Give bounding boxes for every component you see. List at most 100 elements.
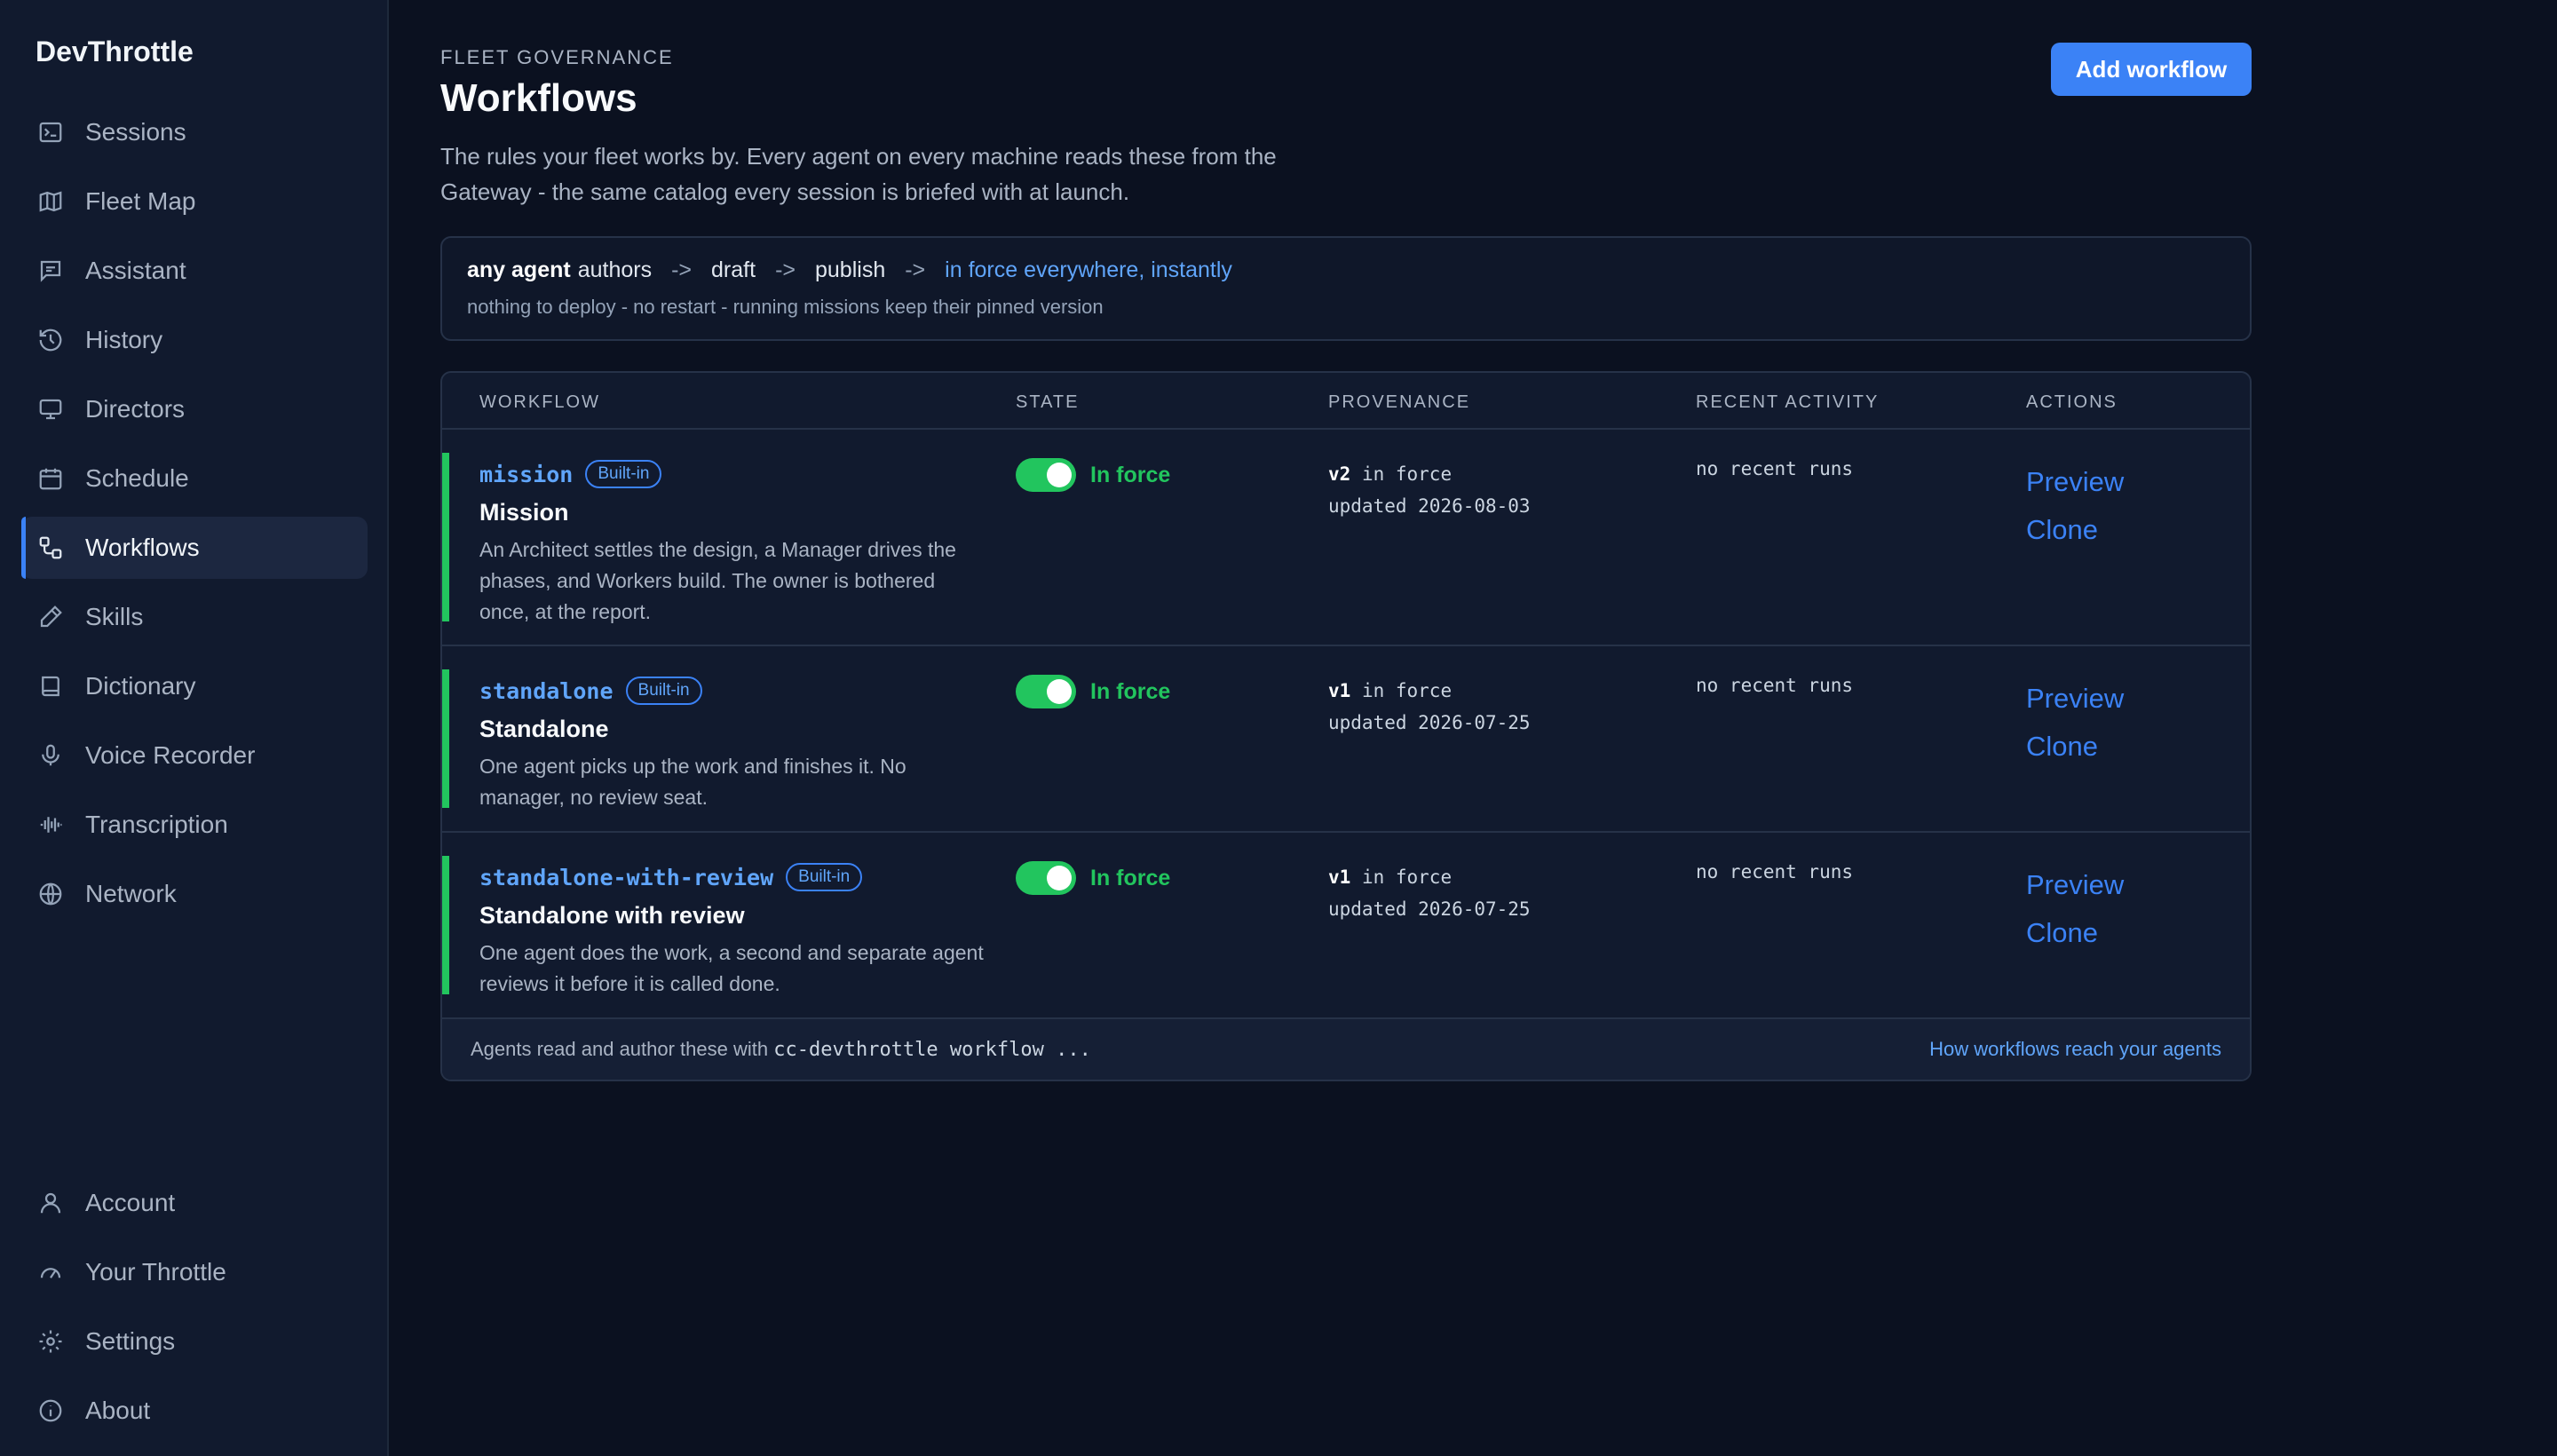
version-label: v1 xyxy=(1328,866,1351,888)
workflow-name-line: mission Built-in xyxy=(479,460,662,488)
add-workflow-button[interactable]: Add workflow xyxy=(2051,43,2252,96)
column-header-recent-activity: RECENT ACTIVITY xyxy=(1696,392,1880,412)
provenance-cell: v1 in force updated 2026-07-25 xyxy=(1328,861,1531,925)
sidebar-nav: Sessions Fleet Map Assistant History Dir… xyxy=(21,101,368,932)
workflow-slug[interactable]: standalone xyxy=(479,678,614,704)
updated-date: updated 2026-07-25 xyxy=(1328,712,1531,733)
workflow-name-line: standalone Built-in xyxy=(479,677,702,705)
workflows-table: WORKFLOW STATE PROVENANCE RECENT ACTIVIT… xyxy=(440,371,2252,1081)
actions-cell: Preview Clone xyxy=(2026,458,2124,554)
workflow-description: One agent does the work, a second and se… xyxy=(479,941,984,995)
sidebar-item-label: About xyxy=(85,1397,151,1424)
version-status: in force xyxy=(1350,463,1453,485)
version-status: in force xyxy=(1350,866,1453,888)
page-title: Workflows xyxy=(440,76,637,120)
sidebar-item-label: Transcription xyxy=(85,811,228,838)
footer-hint: Agents read and author these with cc-dev… xyxy=(471,1038,1091,1061)
sidebar-item-about[interactable]: About xyxy=(21,1380,368,1442)
sidebar-item-fleet-map[interactable]: Fleet Map xyxy=(21,170,368,233)
footer-text: Agents read and author these with xyxy=(471,1038,774,1060)
workflow-slug[interactable]: mission xyxy=(479,462,573,487)
sidebar-item-your-throttle[interactable]: Your Throttle xyxy=(21,1241,368,1303)
sidebar-item-label: History xyxy=(85,326,163,353)
version-label: v2 xyxy=(1328,463,1351,485)
sidebar-item-voice-recorder[interactable]: Voice Recorder xyxy=(21,724,368,787)
preview-link[interactable]: Preview xyxy=(2026,675,2124,723)
gear-icon xyxy=(39,1330,62,1353)
state-label: In force xyxy=(1090,678,1171,704)
sidebar-item-label: Directors xyxy=(85,395,186,423)
info-icon xyxy=(39,1399,62,1422)
state-cell: In force xyxy=(1016,861,1170,895)
built-in-badge: Built-in xyxy=(786,863,863,891)
built-in-badge: Built-in xyxy=(585,460,662,488)
provenance-cell: v2 in force updated 2026-08-03 xyxy=(1328,458,1531,522)
workflow-title: Standalone xyxy=(479,716,609,742)
sidebar-item-directors[interactable]: Directors xyxy=(21,378,368,440)
brand-logo: DevThrottle xyxy=(36,36,194,67)
sidebar-item-sessions[interactable]: Sessions xyxy=(21,101,368,163)
pen-icon xyxy=(40,605,62,628)
globe-icon xyxy=(39,882,62,906)
clone-link[interactable]: Clone xyxy=(2026,506,2124,554)
in-force-toggle[interactable] xyxy=(1016,675,1076,708)
table-header: WORKFLOW STATE PROVENANCE RECENT ACTIVIT… xyxy=(442,373,2250,430)
preview-link[interactable]: Preview xyxy=(2026,861,2124,909)
flow-arrow: -> xyxy=(671,257,693,282)
state-label: In force xyxy=(1090,462,1171,487)
sidebar-item-label: Sessions xyxy=(85,118,186,146)
sidebar-item-label: Network xyxy=(85,880,177,907)
clone-link[interactable]: Clone xyxy=(2026,909,2124,957)
sidebar-item-history[interactable]: History xyxy=(21,309,368,371)
flow-line: any agent authors -> draft -> publish ->… xyxy=(467,257,2225,283)
sidebar-item-label: Settings xyxy=(85,1327,176,1355)
terminal-icon xyxy=(39,122,62,143)
sidebar-item-assistant[interactable]: Assistant xyxy=(21,240,368,302)
version-status: in force xyxy=(1350,680,1453,701)
flow-step-publish: publish xyxy=(815,257,886,282)
status-bar xyxy=(442,453,449,621)
preview-link[interactable]: Preview xyxy=(2026,458,2124,506)
page-eyebrow: FLEET GOVERNANCE xyxy=(440,46,674,68)
sidebar-item-account[interactable]: Account xyxy=(21,1172,368,1234)
actions-cell: Preview Clone xyxy=(2026,861,2124,957)
state-cell: In force xyxy=(1016,458,1170,492)
waveform-icon xyxy=(40,817,62,833)
flow-step-draft: draft xyxy=(711,257,756,282)
flow-actor: any agent xyxy=(467,257,571,282)
in-force-toggle[interactable] xyxy=(1016,861,1076,895)
state-cell: In force xyxy=(1016,675,1170,708)
sidebar-item-workflows[interactable]: Workflows xyxy=(21,517,368,579)
table-row: standalone Built-in Standalone One agent… xyxy=(442,646,2250,833)
sidebar-item-schedule[interactable]: Schedule xyxy=(21,447,368,510)
updated-date: updated 2026-08-03 xyxy=(1328,495,1531,517)
sidebar-item-settings[interactable]: Settings xyxy=(21,1310,368,1373)
microphone-icon xyxy=(42,744,59,766)
sidebar-item-label: Skills xyxy=(85,603,144,630)
sidebar-item-network[interactable]: Network xyxy=(21,863,368,925)
clone-link[interactable]: Clone xyxy=(2026,723,2124,771)
in-force-toggle[interactable] xyxy=(1016,458,1076,492)
workflow-slug[interactable]: standalone-with-review xyxy=(479,865,773,890)
sidebar-item-label: Voice Recorder xyxy=(85,741,256,769)
sidebar-item-label: Assistant xyxy=(85,257,186,284)
sidebar-item-skills[interactable]: Skills xyxy=(21,586,368,648)
sidebar-item-transcription[interactable]: Transcription xyxy=(21,794,368,856)
sidebar-item-label: Account xyxy=(85,1189,176,1216)
how-workflows-reach-agents-link[interactable]: How workflows reach your agents xyxy=(1929,1038,2221,1061)
workflow-title: Standalone with review xyxy=(479,902,745,929)
workflow-description: One agent picks up the work and finishes… xyxy=(479,755,906,809)
flow-result: in force everywhere, instantly xyxy=(945,257,1232,282)
recent-activity: no recent runs xyxy=(1696,861,1854,882)
recent-activity: no recent runs xyxy=(1696,675,1854,696)
flow-arrow: -> xyxy=(905,257,926,282)
sidebar-item-dictionary[interactable]: Dictionary xyxy=(21,655,368,717)
calendar-icon xyxy=(39,468,62,490)
status-bar xyxy=(442,669,449,808)
gauge-icon xyxy=(40,1268,61,1278)
history-icon xyxy=(39,328,62,352)
sidebar-item-label: Schedule xyxy=(85,464,189,492)
flow-note: nothing to deploy - no restart - running… xyxy=(467,296,1104,318)
state-label: In force xyxy=(1090,865,1171,890)
sidebar-item-label: Workflows xyxy=(85,534,200,561)
